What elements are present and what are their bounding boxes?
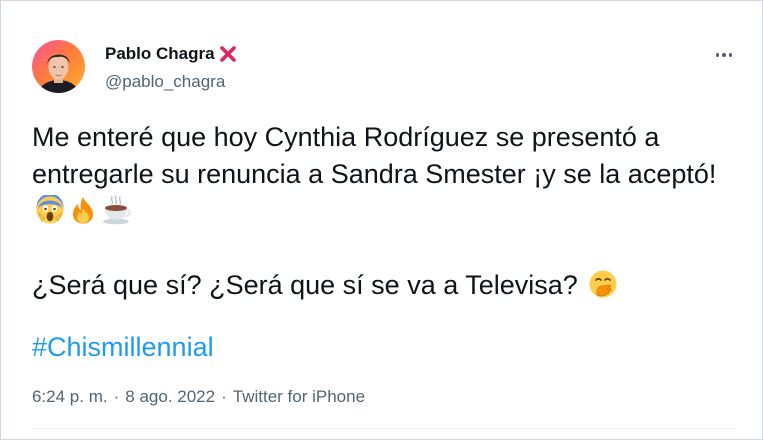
meta-separator: · <box>113 387 120 406</box>
author-name-row: Pablo Chagra <box>105 42 237 66</box>
meta-separator: · <box>221 387 227 406</box>
tweet-source[interactable]: Twitter for iPhone <box>233 386 365 408</box>
tweet-time[interactable]: 6:24 p. m. <box>32 386 108 408</box>
fire-icon <box>68 195 98 225</box>
tweet-line-1: Me enteré que hoy Cynthia Rodríguez se p… <box>32 122 717 189</box>
avatar[interactable] <box>32 40 85 93</box>
screaming-face-icon <box>35 193 65 225</box>
tweet-paragraph-2: ¿Será que sí? ¿Será que sí se va a Telev… <box>32 267 732 304</box>
avatar-portrait <box>37 54 80 93</box>
more-options-icon[interactable] <box>709 44 739 66</box>
cross-mark-icon <box>219 45 237 63</box>
author-handle[interactable]: @pablo_chagra <box>105 71 225 93</box>
tweet-paragraph-1: Me enteré que hoy Cynthia Rodríguez se p… <box>32 119 732 230</box>
face-with-hand-over-mouth-icon <box>588 269 618 299</box>
tweet-card: Pablo Chagra @pablo_chagra Me enteré que… <box>0 0 763 440</box>
tweet-meta: 6:24 p. m. · 8 ago. 2022 · Twitter for i… <box>32 386 365 408</box>
hashtag-link[interactable]: #Chismillennial <box>32 329 214 366</box>
tweet-date[interactable]: 8 ago. 2022 <box>125 386 215 408</box>
tweet-line-2: ¿Será que sí? ¿Será que sí se va a Telev… <box>32 270 578 300</box>
tweet-text: Me enteré que hoy Cynthia Rodríguez se p… <box>32 119 732 304</box>
author-display-name[interactable]: Pablo Chagra <box>105 43 215 65</box>
divider <box>32 428 737 429</box>
hot-beverage-icon <box>101 195 131 225</box>
